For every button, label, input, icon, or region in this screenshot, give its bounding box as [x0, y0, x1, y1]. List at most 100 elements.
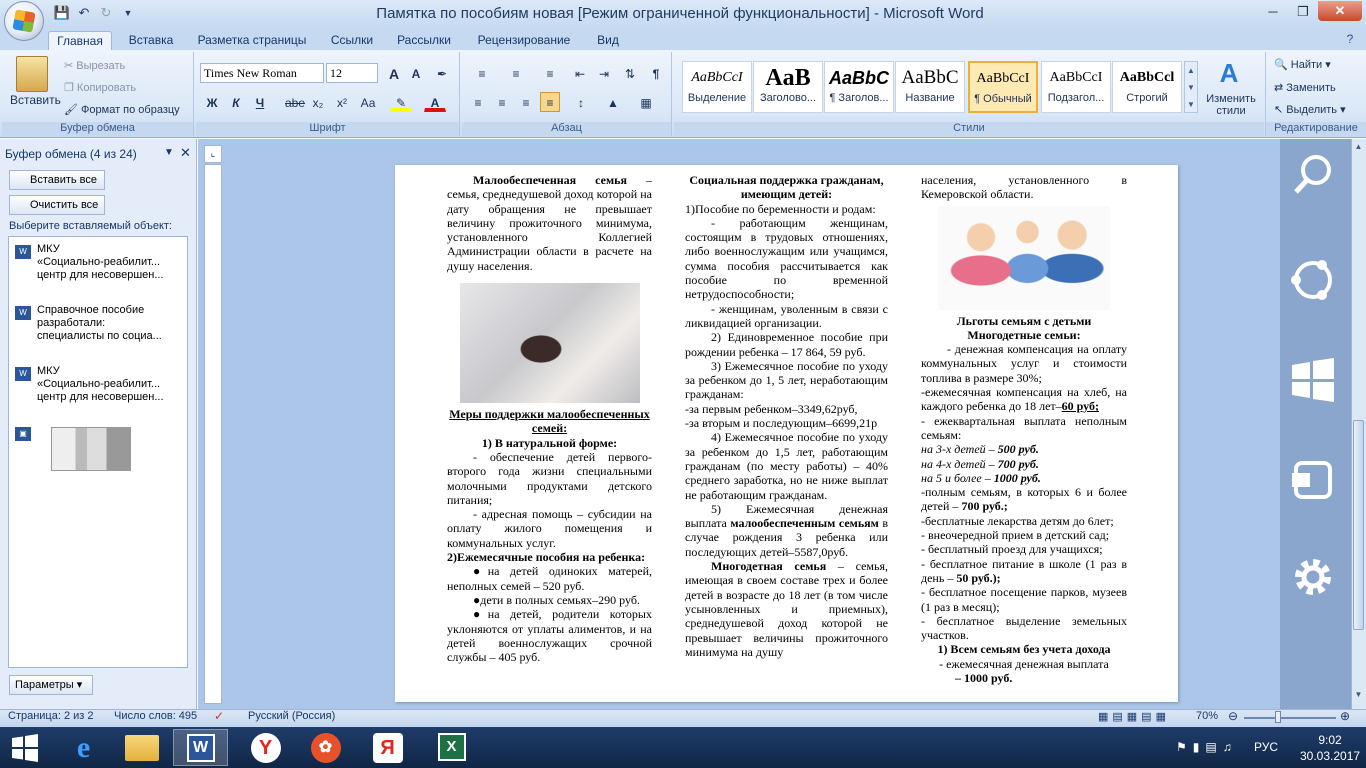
- select-button[interactable]: ↖ Выделить ▾: [1274, 103, 1346, 116]
- style-subtitle[interactable]: AaBbCcI Подзагол...: [1041, 61, 1111, 113]
- language-status[interactable]: Русский (Россия): [248, 710, 335, 722]
- style-strong[interactable]: AaBbCcl Строгий: [1112, 61, 1182, 113]
- redo-icon[interactable]: ↻: [96, 4, 116, 22]
- minimize-button[interactable]: ─: [1258, 2, 1288, 22]
- style-emphasis[interactable]: AaBbCcI Выделение: [682, 61, 752, 113]
- ie-icon[interactable]: e: [56, 729, 111, 766]
- clip-item[interactable]: W МКУ «Социально-реабилит... центр для несо…: [15, 243, 175, 282]
- tab-selector-icon[interactable]: ⌞: [204, 145, 222, 163]
- zoom-thumb[interactable]: [1275, 711, 1281, 723]
- bullets-icon[interactable]: ≡: [468, 63, 496, 83]
- subscript-button[interactable]: x₂: [308, 92, 328, 112]
- justify-icon[interactable]: ≡: [540, 92, 560, 112]
- input-language[interactable]: РУС: [1254, 740, 1278, 754]
- highlight-icon[interactable]: ✎: [390, 92, 412, 112]
- document-page[interactable]: Малообеспеченная семья – семья, среднеду…: [395, 165, 1178, 702]
- bold-button[interactable]: Ж: [202, 92, 222, 112]
- superscript-button[interactable]: x²: [332, 92, 352, 112]
- decrease-indent-icon[interactable]: ⇤: [570, 63, 590, 83]
- tray-icons[interactable]: ⚑▮▤♫: [1176, 740, 1238, 754]
- format-painter-button[interactable]: 🖌 Формат по образцу: [64, 103, 180, 116]
- save-icon[interactable]: 💾: [52, 4, 72, 22]
- clear-all-button[interactable]: Очистить все: [9, 195, 105, 215]
- styles-scroll-icon[interactable]: ▲ ▼ ▼: [1184, 61, 1198, 113]
- change-styles-icon[interactable]: A: [1214, 58, 1244, 88]
- clear-format-icon[interactable]: ✒: [432, 63, 452, 83]
- align-center-icon[interactable]: ≡: [492, 92, 512, 112]
- zoom-out-icon[interactable]: ⊖: [1228, 709, 1238, 723]
- tab-page-layout[interactable]: Разметка страницы: [192, 31, 312, 50]
- borders-icon[interactable]: ▦: [632, 92, 660, 112]
- spellcheck-icon[interactable]: ✓: [214, 709, 224, 723]
- clip-item[interactable]: W Справочное пособие разработали: специалис…: [15, 304, 175, 343]
- font-name-select[interactable]: Times New Roman: [200, 63, 324, 83]
- change-case-button[interactable]: Аа: [356, 92, 380, 112]
- pane-close-icon[interactable]: ✕: [180, 145, 191, 161]
- help-icon[interactable]: ?: [1340, 32, 1360, 48]
- strike-button[interactable]: abe: [284, 92, 305, 112]
- underline-button[interactable]: Ч: [250, 92, 270, 112]
- italic-button[interactable]: К: [226, 92, 246, 112]
- excel-taskbar-icon[interactable]: X: [424, 729, 479, 766]
- style-normal[interactable]: AaBbCcI ¶ Обычный: [968, 61, 1038, 113]
- shading-icon[interactable]: ▲: [600, 92, 626, 112]
- office-button[interactable]: [4, 1, 44, 41]
- replace-button[interactable]: ⇄ Заменить: [1274, 81, 1336, 94]
- restore-button[interactable]: ❐: [1288, 2, 1318, 22]
- change-styles-button[interactable]: Изменить стили: [1204, 93, 1258, 117]
- tab-view[interactable]: Вид: [588, 31, 628, 50]
- scroll-up-icon[interactable]: ▲: [1352, 142, 1365, 156]
- devices-charm-icon[interactable]: [1288, 455, 1338, 505]
- share-charm-icon[interactable]: [1288, 255, 1338, 305]
- cut-button[interactable]: ✂ Вырезать: [64, 59, 125, 72]
- font-color-icon[interactable]: A: [424, 92, 446, 112]
- scroll-thumb[interactable]: [1353, 420, 1364, 630]
- undo-icon[interactable]: ↶: [74, 4, 94, 22]
- zoom-in-icon[interactable]: ⊕: [1340, 709, 1350, 723]
- numbering-icon[interactable]: ≡: [502, 63, 530, 83]
- tab-home[interactable]: Главная: [48, 31, 112, 50]
- settings-charm-icon[interactable]: [1288, 552, 1338, 602]
- explorer-icon[interactable]: [114, 729, 169, 766]
- qat-dropdown-icon[interactable]: ▼: [118, 4, 138, 22]
- options-button[interactable]: Параметры ▾: [9, 675, 93, 695]
- clip-item[interactable]: W МКУ «Социально-реабилит... центр для несо…: [15, 365, 175, 404]
- font-size-select[interactable]: 12: [326, 63, 378, 83]
- tab-review[interactable]: Рецензирование: [468, 31, 580, 50]
- zoom-level[interactable]: 70%: [1196, 710, 1218, 722]
- increase-indent-icon[interactable]: ⇥: [594, 63, 614, 83]
- sort-icon[interactable]: ⇅: [620, 63, 640, 83]
- yandex-icon[interactable]: Я: [360, 729, 415, 766]
- media-player-icon[interactable]: ✿: [298, 729, 353, 766]
- show-marks-icon[interactable]: ¶: [646, 63, 666, 83]
- word-count[interactable]: Число слов: 495: [114, 710, 197, 722]
- view-buttons[interactable]: ▦▤▦▤▦: [1098, 710, 1188, 726]
- paste-button[interactable]: Вставить: [10, 93, 61, 107]
- style-heading1[interactable]: AaB Заголово...: [753, 61, 823, 113]
- multilevel-list-icon[interactable]: ≡: [536, 63, 564, 83]
- tab-references[interactable]: Ссылки: [322, 31, 382, 50]
- start-charm-icon[interactable]: [1288, 355, 1338, 405]
- find-button[interactable]: 🔍 Найти ▾: [1274, 58, 1331, 71]
- align-right-icon[interactable]: ≡: [516, 92, 536, 112]
- grow-font-button[interactable]: A: [384, 63, 404, 83]
- yandex-browser-icon[interactable]: Y: [238, 729, 293, 766]
- clock[interactable]: 9:02 30.03.2017: [1300, 732, 1360, 764]
- close-button[interactable]: ✕: [1318, 1, 1362, 21]
- search-charm-icon[interactable]: [1288, 150, 1338, 200]
- align-left-icon[interactable]: ≡: [468, 92, 488, 112]
- shrink-font-button[interactable]: A: [406, 63, 426, 83]
- pane-menu-icon[interactable]: ▼: [164, 147, 174, 158]
- paste-all-button[interactable]: Вставить все: [9, 170, 105, 190]
- style-heading2[interactable]: AaBbC ¶ Заголов...: [824, 61, 894, 113]
- paste-icon[interactable]: [16, 56, 48, 92]
- windows-start-icon[interactable]: [10, 733, 40, 763]
- copy-button[interactable]: ❐ Копировать: [64, 81, 136, 94]
- scroll-down-icon[interactable]: ▼: [1352, 690, 1365, 704]
- page-count[interactable]: Страница: 2 из 2: [8, 710, 94, 722]
- word-taskbar-icon[interactable]: W: [173, 729, 228, 766]
- line-spacing-icon[interactable]: ↕: [568, 92, 594, 112]
- zoom-slider[interactable]: [1244, 717, 1336, 719]
- style-title[interactable]: AaBbC Название: [895, 61, 965, 113]
- tab-insert[interactable]: Вставка: [120, 31, 182, 50]
